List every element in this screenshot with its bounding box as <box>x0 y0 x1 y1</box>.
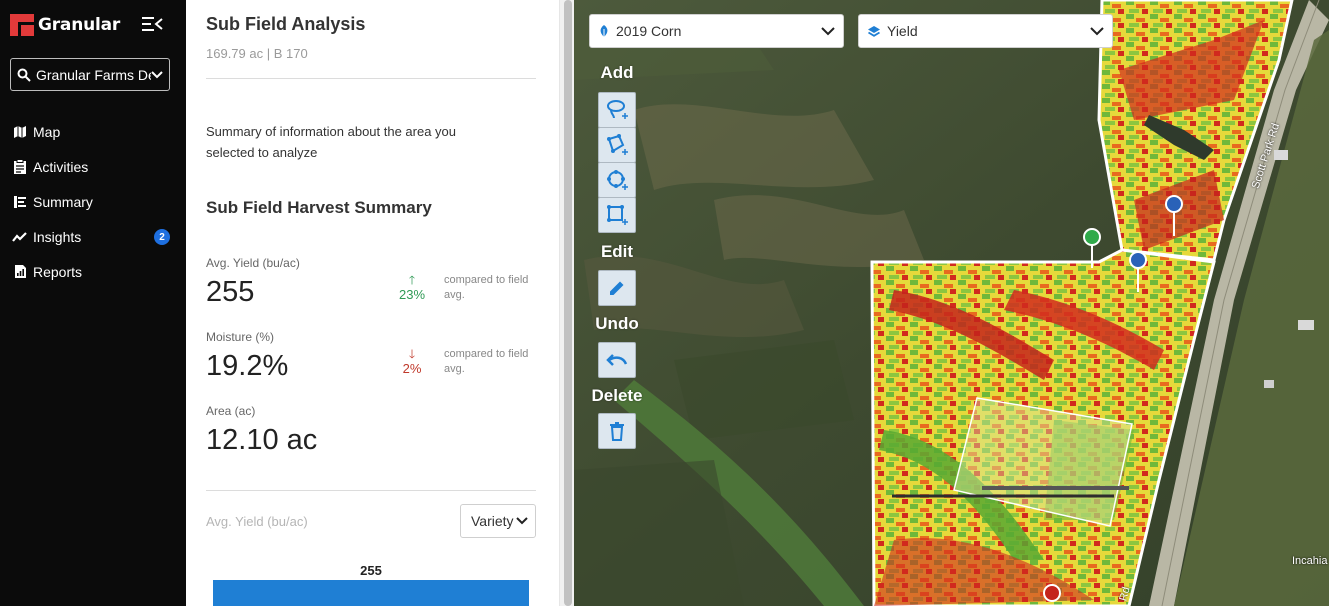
delete-button[interactable] <box>598 413 636 449</box>
crop-select[interactable]: 2019 Corn <box>589 14 844 48</box>
pencil-icon <box>610 281 624 295</box>
sidebar-item-reports[interactable]: Reports <box>0 254 186 289</box>
polygon-draw-button[interactable] <box>598 127 636 163</box>
sidebar-item-label: Reports <box>33 263 83 280</box>
chart-bar <box>213 580 529 606</box>
panel-title: Sub Field Analysis <box>206 14 366 34</box>
arrow-down-icon: 🡓 <box>408 347 416 361</box>
polygon-icon <box>607 134 628 155</box>
panel-scrollbar[interactable] <box>559 0 574 606</box>
report-icon <box>12 264 28 280</box>
scrollbar-thumb[interactable] <box>564 0 572 606</box>
yield-value: 255 <box>206 276 255 308</box>
trash-icon <box>610 422 624 441</box>
panel-subtitle: 169.79 ac | B 170 <box>206 46 308 61</box>
chevron-down-icon <box>515 517 528 525</box>
search-icon <box>17 68 31 82</box>
granular-logo-icon <box>10 14 34 36</box>
variety-select[interactable]: Variety <box>460 504 536 538</box>
sidebar-item-map[interactable]: Map <box>0 114 186 149</box>
layer-select[interactable]: Yield <box>858 14 1113 48</box>
sidebar: Granular Granular Farms De Map Activitie… <box>0 0 186 606</box>
panel-description: Summary of information about the area yo… <box>206 124 457 160</box>
chevron-down-icon <box>151 70 163 78</box>
divider <box>206 490 536 491</box>
marker-red[interactable] <box>1043 584 1061 602</box>
summary-icon <box>12 194 28 210</box>
undo-icon <box>606 354 628 366</box>
layers-icon <box>868 25 880 37</box>
moisture-value: 19.2% <box>206 350 289 382</box>
moisture-compare: compared to field avg. <box>444 348 529 375</box>
edit-heading: Edit <box>600 242 634 261</box>
section-title: Sub Field Harvest Summary <box>206 198 432 217</box>
clipboard-icon <box>12 158 28 175</box>
lasso-icon <box>607 100 628 119</box>
variety-select-value: Variety <box>471 513 514 529</box>
map-icon <box>12 124 28 140</box>
sidebar-item-activities[interactable]: Activities <box>0 149 186 184</box>
place-label: Incahia <box>1292 555 1328 567</box>
sidebar-item-label: Activities <box>33 158 89 175</box>
sidebar-item-summary[interactable]: Summary <box>0 184 186 219</box>
granular-logo[interactable]: Granular <box>10 14 120 36</box>
sidebar-item-label: Summary <box>33 193 93 210</box>
undo-button[interactable] <box>598 342 636 378</box>
delete-heading: Delete <box>591 386 643 405</box>
chevron-down-icon <box>821 26 835 35</box>
analysis-panel: Sub Field Analysis 169.79 ac | B 170 Sum… <box>186 0 559 606</box>
sidebar-item-insights[interactable]: Insights 2 <box>0 219 186 254</box>
divider <box>206 78 536 79</box>
add-heading: Add <box>600 63 634 82</box>
yield-label: Avg. Yield (bu/ac) <box>206 256 300 270</box>
trend-icon <box>12 229 28 245</box>
map-imagery <box>574 0 1329 606</box>
area-label: Area (ac) <box>206 404 256 418</box>
yield-delta-value: 23% <box>398 287 426 302</box>
edit-button[interactable] <box>598 270 636 306</box>
farm-select-value: Granular Farms De <box>36 66 151 83</box>
collapse-menu-icon <box>142 17 163 31</box>
layer-select-value: Yield <box>887 23 918 39</box>
circle-draw-icon <box>607 170 628 190</box>
rectangle-draw-button[interactable] <box>598 197 636 233</box>
sidebar-item-label: Map <box>33 123 61 140</box>
moisture-delta: 🡓 2% <box>393 347 431 376</box>
sidebar-nav: Map Activities Summary Insights 2 Report… <box>0 114 186 289</box>
area-value: 12.10 ac <box>206 424 318 456</box>
crop-select-value: 2019 Corn <box>616 23 682 39</box>
moisture-delta-value: 2% <box>402 361 422 376</box>
sidebar-item-label: Insights <box>33 228 82 245</box>
leaf-icon <box>600 25 608 37</box>
moisture-label: Moisture (%) <box>206 330 275 344</box>
yield-compare: compared to field avg. <box>444 274 529 301</box>
farm-select[interactable]: Granular Farms De <box>10 58 170 91</box>
chart-label: Avg. Yield (bu/ac) <box>206 514 308 529</box>
collapse-sidebar-button[interactable] <box>140 14 166 34</box>
map-view[interactable]: 2019 Corn Yield Add Edit Undo Delete Sco… <box>574 0 1329 606</box>
circle-draw-button[interactable] <box>598 162 636 198</box>
lasso-draw-button[interactable] <box>598 92 636 128</box>
arrow-up-icon: 🡑 <box>408 273 416 287</box>
yield-delta: 🡑 23% <box>393 273 431 302</box>
insights-badge: 2 <box>154 229 170 245</box>
undo-heading: Undo <box>595 314 639 333</box>
chart-data-label: 255 <box>360 563 382 578</box>
rectangle-draw-icon <box>607 205 628 225</box>
logo-text: Granular <box>38 15 121 35</box>
chevron-down-icon <box>1090 26 1104 35</box>
